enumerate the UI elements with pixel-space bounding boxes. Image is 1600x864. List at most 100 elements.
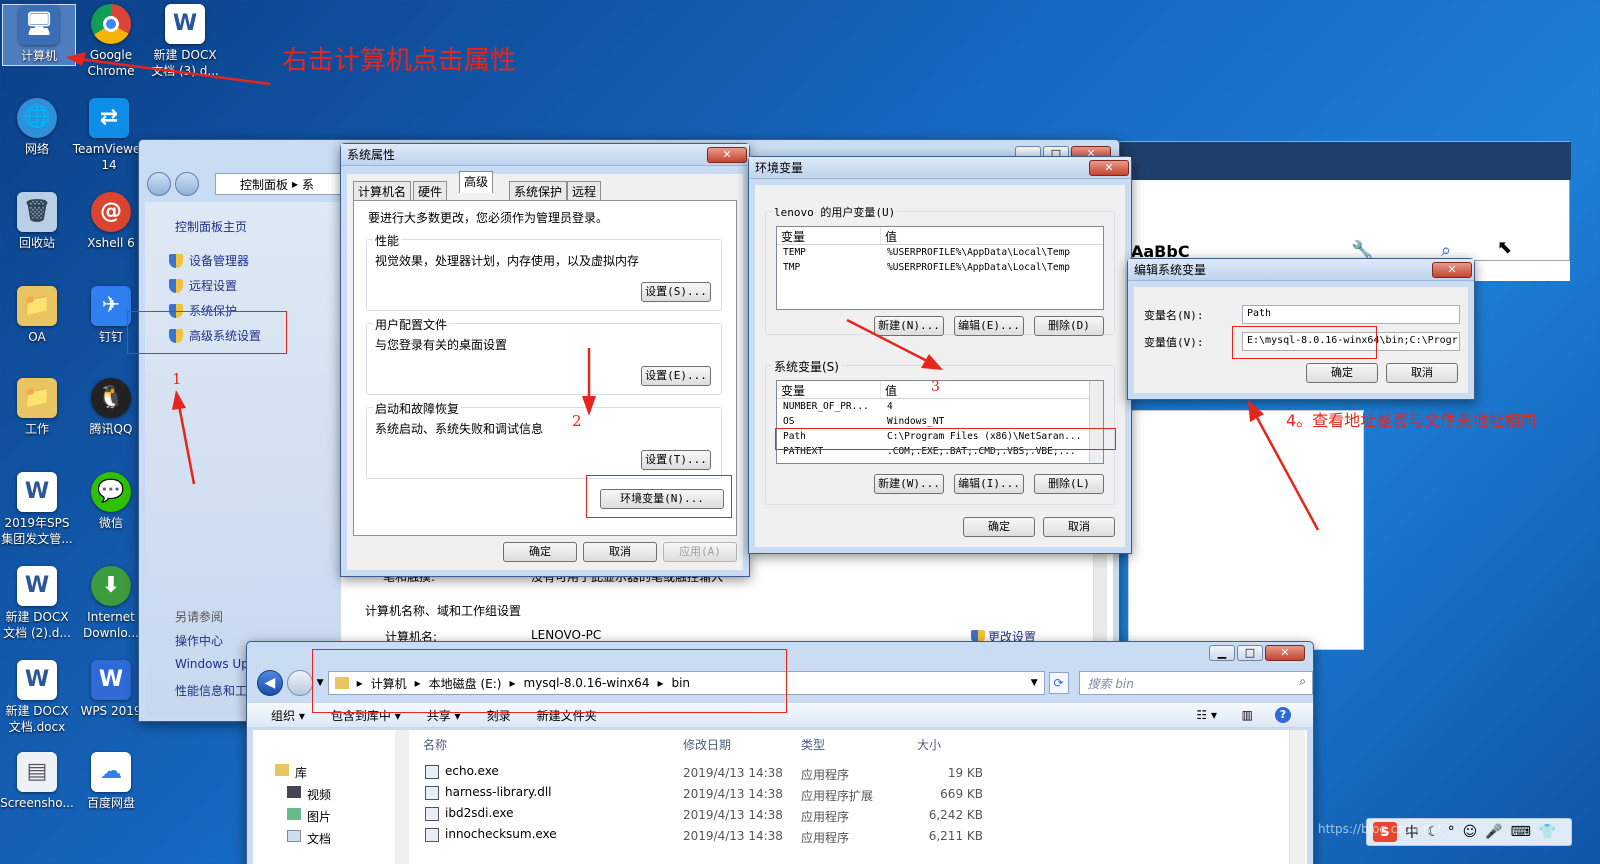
system-edit-button[interactable]: 编辑(I)... [954, 474, 1024, 494]
minimize-button[interactable]: ▁ [1209, 645, 1235, 661]
keyboard-icon[interactable]: ⌨ [1511, 824, 1531, 840]
tab-system-protection[interactable]: 系统保护 [509, 181, 568, 200]
ok-button[interactable]: 确定 [963, 517, 1035, 537]
nav-pictures[interactable]: 图片 [287, 808, 331, 825]
performance-settings-button[interactable]: 设置(S)... [641, 282, 711, 302]
desktop-icon-docx[interactable]: W 新建 DOCX 文档.docx [0, 660, 74, 735]
system-new-button[interactable]: 新建(W)... [874, 474, 944, 494]
close-button[interactable]: ✕ [707, 146, 747, 163]
organize-button[interactable]: 组织 ▾ [271, 707, 305, 724]
windows-update-link[interactable]: Windows Up [175, 657, 249, 671]
desktop-icon-wechat[interactable]: 💬 微信 [74, 472, 148, 531]
admin-notice: 要进行大多数更改，您必须作为管理员登录。 [368, 211, 609, 225]
desktop-icon-screenshot[interactable]: ▤ Screensho... [0, 752, 74, 811]
desktop-icon-work[interactable]: 📁 工作 [0, 378, 74, 437]
nav-scrollbar[interactable] [395, 730, 409, 864]
refresh-icon[interactable]: ⟳ [1048, 672, 1069, 694]
performance-info-link[interactable]: 性能信息和工 [175, 682, 247, 699]
close-button[interactable]: ✕ [1432, 261, 1472, 278]
preview-pane-icon[interactable]: ▥ [1242, 708, 1253, 722]
ok-button[interactable]: 确定 [1306, 363, 1378, 383]
startup-settings-button[interactable]: 设置(T)... [641, 450, 711, 470]
table-row[interactable]: ibd2sdi.exe [425, 806, 514, 821]
col-size[interactable]: 大小 [917, 736, 941, 753]
desktop-icon-teamviewer[interactable]: ⇄ TeamViewer 14 [72, 98, 146, 173]
annotation-step-1: 1 [172, 370, 182, 388]
microphone-icon[interactable]: 🎤 [1485, 824, 1502, 840]
cursor-select-icon[interactable]: ⬉ [1497, 237, 1512, 258]
picture-icon [287, 808, 301, 820]
shirt-icon[interactable]: 👕 [1539, 824, 1556, 840]
tab-remote[interactable]: 远程 [567, 181, 602, 200]
close-button[interactable]: ✕ [1265, 645, 1305, 661]
desktop-icon-oa[interactable]: 📁 OA [0, 286, 74, 345]
nav-videos[interactable]: 视频 [287, 786, 331, 803]
ok-button[interactable]: 确定 [503, 542, 577, 562]
apply-button[interactable]: 应用(A) [663, 542, 737, 562]
list-item[interactable]: TMP %USERPROFILE%\AppData\Local\Temp [777, 260, 1103, 275]
computer-name-section: 计算机名称、域和工作组设置 [365, 604, 522, 618]
list-item[interactable]: TEMP %USERPROFILE%\AppData\Local\Temp [777, 245, 1103, 260]
dll-file-icon [425, 785, 439, 800]
list-item[interactable]: OS Windows_NT [777, 414, 1103, 429]
nav-libraries[interactable]: 库 [275, 764, 307, 781]
file-list-scrollbar[interactable] [1289, 730, 1305, 864]
user-edit-button[interactable]: 编辑(E)... [954, 316, 1024, 336]
desktop-icon-idm[interactable]: ⬇ Internet Downlo... [74, 566, 148, 641]
close-button[interactable]: ✕ [1089, 159, 1129, 176]
table-row[interactable]: innochecksum.exe [425, 827, 557, 842]
maximize-button[interactable]: □ [1237, 645, 1263, 661]
col-date[interactable]: 修改日期 [683, 736, 731, 753]
desktop-icon-qq[interactable]: 🐧 腾讯QQ [74, 378, 148, 437]
nav-documents[interactable]: 文档 [287, 830, 331, 847]
remote-settings-link[interactable]: 远程设置 [169, 277, 237, 294]
tab-advanced[interactable]: 高级 [459, 171, 494, 193]
action-center-link[interactable]: 操作中心 [175, 632, 223, 649]
system-variables-list[interactable]: 变量 值 NUMBER_OF_PR... 4 OS Windows_NT Path C… [776, 380, 1104, 464]
user-delete-button[interactable]: 删除(D) [1034, 316, 1104, 336]
user-profiles-group: 用户配置文件 与您登录有关的桌面设置 设置(E)... [366, 316, 722, 395]
table-row[interactable]: harness-library.dll [425, 785, 552, 800]
col-type[interactable]: 类型 [801, 736, 825, 753]
table-row[interactable]: echo.exe [425, 764, 499, 779]
list-scrollbar[interactable] [1089, 381, 1103, 463]
user-profiles-settings-button[interactable]: 设置(E)... [641, 366, 711, 386]
user-variables-list[interactable]: 变量 值 TEMP %USERPROFILE%\AppData\Local\Tem… [776, 226, 1104, 310]
cp-home-link[interactable]: 控制面板主页 [175, 218, 247, 235]
help-icon[interactable]: ? [1275, 707, 1291, 723]
search-input[interactable]: 搜索 bin ⌕ [1078, 671, 1313, 695]
back-arrow-icon[interactable] [147, 172, 171, 196]
library-icon [275, 764, 289, 776]
back-arrow-icon[interactable]: ◀ [257, 670, 283, 696]
emoji-icon[interactable]: ☺ [1463, 824, 1478, 840]
desktop-icon-network[interactable]: 🌐 网络 [0, 98, 74, 157]
chevron-down-icon[interactable]: ▼ [1031, 678, 1038, 688]
system-delete-button[interactable]: 删除(L) [1034, 474, 1104, 494]
annotation-arrow-2 [582, 348, 596, 416]
list-item[interactable]: NUMBER_OF_PR... 4 [777, 399, 1103, 414]
tab-hardware[interactable]: 硬件 [413, 181, 448, 200]
variable-name-input[interactable]: Path [1242, 305, 1460, 324]
exe-file-icon [425, 764, 439, 779]
desktop-icon-recycle-bin[interactable]: 🗑 回收站 [0, 192, 74, 251]
cancel-button[interactable]: 取消 [1386, 363, 1458, 383]
variable-name-label: 变量名(N): [1144, 309, 1204, 322]
view-options-icon[interactable]: ☷ ▾ [1196, 708, 1217, 722]
cancel-button[interactable]: 取消 [1043, 517, 1115, 537]
desktop-icon-xshell[interactable]: @ Xshell 6 [74, 192, 148, 251]
computer-name-value: LENOVO-PC [531, 628, 602, 642]
highlight-env-button [586, 475, 732, 518]
desktop-icon-wps[interactable]: W WPS 2019 [74, 660, 148, 719]
desktop-icon-sps[interactable]: W 2019年SPS 集团发文管... [0, 472, 74, 547]
forward-arrow-icon[interactable] [286, 670, 313, 696]
device-manager-link[interactable]: 设备管理器 [169, 252, 249, 269]
punctuation-icon[interactable]: ° [1448, 824, 1455, 840]
cancel-button[interactable]: 取消 [583, 542, 657, 562]
annotation-step-3: 3 [931, 379, 940, 395]
folder-icon: 📁 [17, 378, 57, 418]
desktop-icon-baidu-netdisk[interactable]: ☁ 百度网盘 [74, 752, 148, 811]
col-name[interactable]: 名称 [423, 736, 447, 753]
desktop-icon-docx2[interactable]: W 新建 DOCX 文档 (2).d... [0, 566, 74, 641]
tab-computer-name[interactable]: 计算机名 [353, 181, 412, 200]
forward-arrow-icon[interactable] [175, 172, 199, 196]
